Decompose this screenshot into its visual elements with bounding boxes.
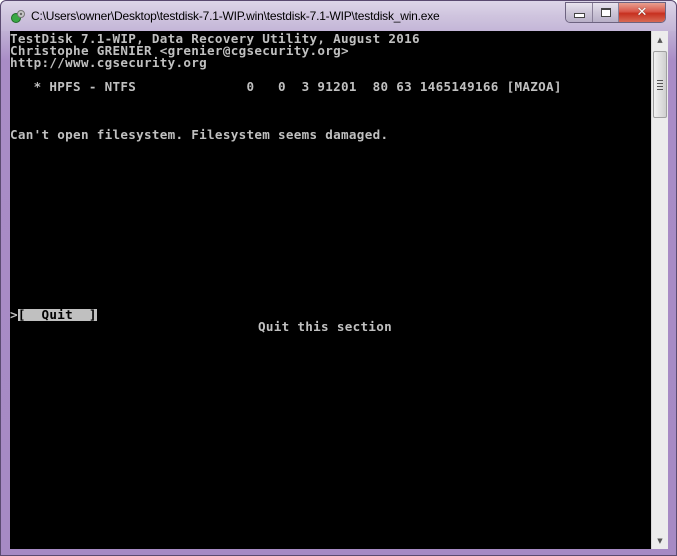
menu-description: Quit this section	[258, 319, 392, 334]
console-window: C:\Users\owner\Desktop\testdisk-7.1-WIP.…	[0, 0, 677, 556]
header-url-line: http://www.cgsecurity.org	[10, 55, 208, 70]
menu-cursor: >	[10, 307, 18, 322]
scroll-thumb[interactable]	[653, 51, 667, 118]
close-button[interactable]: ✕	[619, 3, 665, 22]
caption-buttons: ✕	[565, 2, 666, 23]
minimize-button[interactable]	[566, 3, 593, 22]
window-title: C:\Users\owner\Desktop\testdisk-7.1-WIP.…	[31, 9, 440, 23]
grip-line	[657, 83, 663, 84]
testdisk-app-icon	[11, 10, 25, 23]
close-icon: ✕	[636, 5, 648, 20]
console-output[interactable]: TestDisk 7.1-WIP, Data Recovery Utility,…	[10, 31, 651, 549]
vertical-scrollbar[interactable]: ▲ ▼	[651, 31, 668, 549]
quit-button[interactable]: [ Quit ]	[17, 308, 97, 321]
minimize-icon	[573, 13, 585, 18]
menu-line: >[ Quit ]	[10, 307, 97, 322]
maximize-icon	[600, 8, 611, 17]
error-message: Can't open filesystem. Filesystem seems …	[10, 127, 389, 142]
scroll-down-button[interactable]: ▼	[652, 532, 668, 549]
scroll-down-icon: ▼	[657, 536, 663, 545]
title-bar[interactable]: C:\Users\owner\Desktop\testdisk-7.1-WIP.…	[1, 1, 676, 31]
partition-line: * HPFS - NTFS 0 0 3 91201 80 63 14651491…	[10, 79, 562, 94]
grip-line	[657, 80, 663, 81]
grip-line	[657, 89, 663, 90]
scroll-up-icon: ▲	[657, 35, 663, 44]
scroll-up-button[interactable]: ▲	[652, 31, 668, 48]
maximize-button[interactable]	[593, 3, 619, 22]
grip-line	[657, 86, 663, 87]
